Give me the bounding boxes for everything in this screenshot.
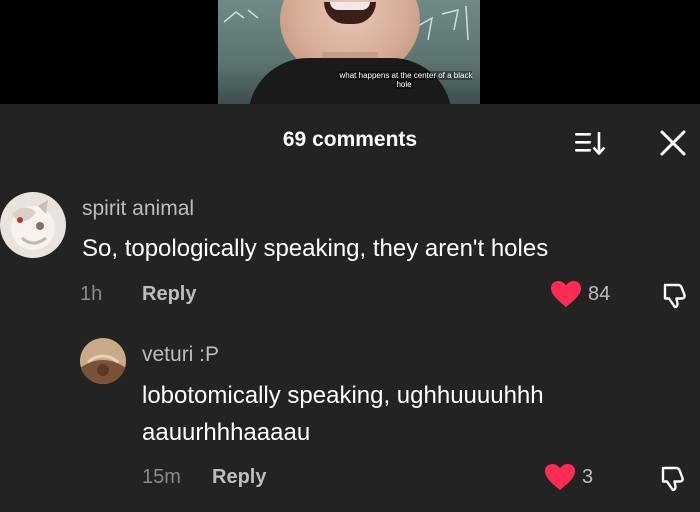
reply-text-line1: lobotomically speaking, ughhuuuuhhh [142,382,544,409]
comments-header: 69 comments [0,104,700,176]
video-preview[interactable]: what happens at the center of a black ho… [0,0,700,104]
comment-username[interactable]: spirit animal [82,196,194,222]
avatar-image [0,192,66,258]
reply-timestamp: 15m [142,466,181,488]
heart-icon [545,464,575,490]
comment-timestamp: 1h [80,283,103,305]
comments-panel: 69 comments spirit animal So, topologica… [0,104,700,512]
avatar-image [80,338,126,384]
comment-text: So, topologically speaking, they aren't … [82,235,549,262]
heart-icon [551,281,581,307]
reply-text-line2: aauurhhhaaaau [142,419,311,446]
video-thumbnail[interactable]: what happens at the center of a black ho… [218,0,480,104]
comment-count-title: 69 comments [282,128,418,151]
reply-button[interactable]: Reply [212,464,266,490]
sort-icon[interactable] [574,128,608,158]
like-button[interactable]: 84 [550,280,610,308]
reply-item: veturi :P lobotomically speaking, ughhuu… [0,332,700,512]
close-icon[interactable] [658,128,688,158]
dislike-icon[interactable] [658,463,688,493]
reply-button[interactable]: Reply [142,281,196,307]
comment-item: spirit animal So, topologically speaking… [0,188,700,318]
video-caption: what happens at the center of a black ho… [337,71,473,89]
avatar[interactable] [80,338,126,384]
like-count: 84 [588,283,611,305]
dislike-icon[interactable] [660,280,690,310]
like-button[interactable]: 3 [544,463,593,491]
like-count: 3 [582,466,594,488]
reply-username[interactable]: veturi :P [142,342,219,368]
person-teeth [330,2,370,10]
avatar[interactable] [0,192,66,258]
